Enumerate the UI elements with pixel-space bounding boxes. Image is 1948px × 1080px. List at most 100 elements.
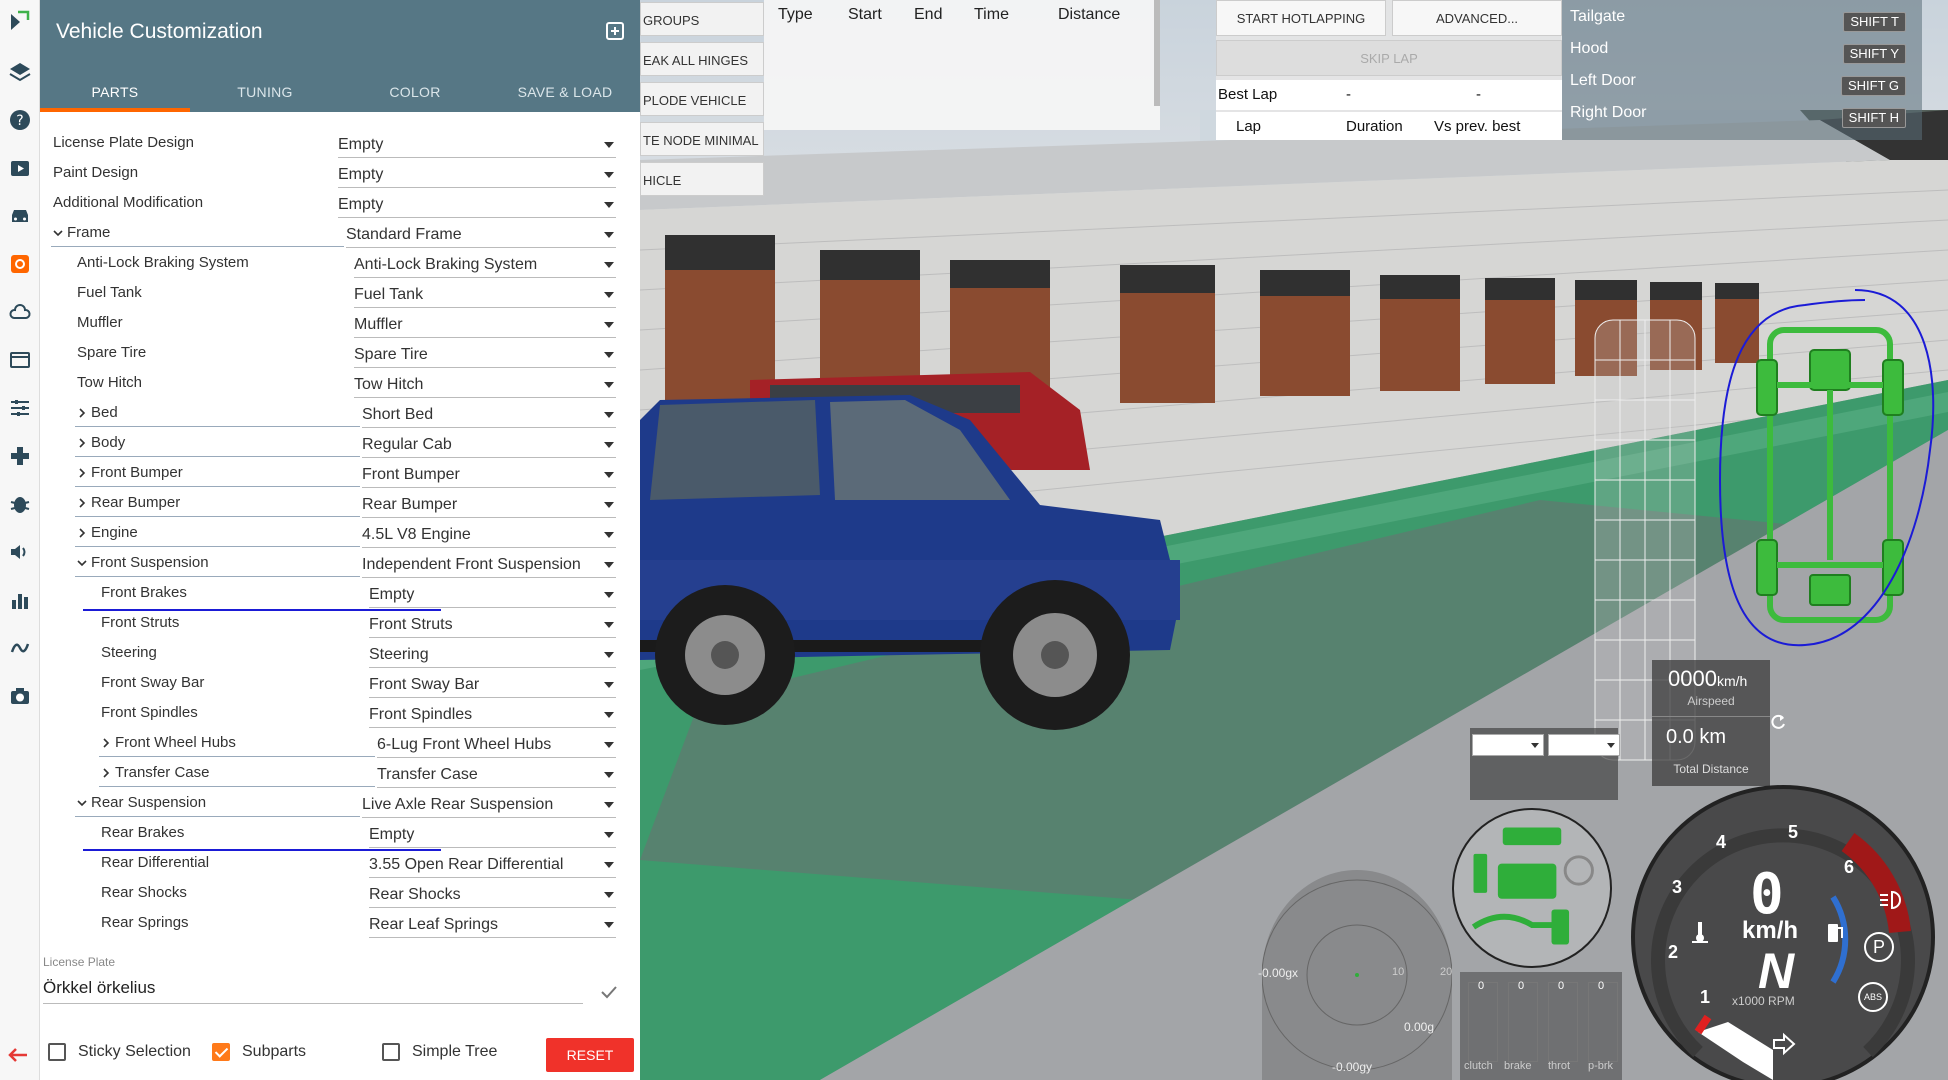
vehicle-config-icon[interactable] <box>6 250 34 278</box>
chevron-right-icon[interactable] <box>77 525 87 538</box>
controls-icon[interactable] <box>6 442 34 470</box>
audio-icon[interactable] <box>6 538 34 566</box>
tab-tuning[interactable]: TUNING <box>190 72 340 112</box>
subparts-checkbox[interactable] <box>212 1043 230 1061</box>
part-row[interactable]: Rear Shocks Rear Shocks <box>40 876 640 908</box>
dropdown-arrow-icon[interactable] <box>604 202 614 208</box>
part-row[interactable]: Frame Standard Frame <box>40 216 640 248</box>
skip-lap-button[interactable]: SKIP LAP <box>1216 40 1562 76</box>
license-plate-input[interactable]: Örkkel örkelius <box>43 978 155 998</box>
dropdown-arrow-icon[interactable] <box>604 352 614 358</box>
dropdown-arrow-icon[interactable] <box>604 142 614 148</box>
part-select-value[interactable]: Front Bumper <box>362 466 460 484</box>
dropdown-arrow-icon[interactable] <box>604 562 614 568</box>
part-row[interactable]: Bed Short Bed <box>40 396 640 428</box>
part-select-value[interactable]: Rear Bumper <box>362 496 457 514</box>
part-row[interactable]: Front Struts Front Struts <box>40 606 640 638</box>
dropdown-arrow-icon[interactable] <box>604 652 614 658</box>
part-row[interactable]: Front Bumper Front Bumper <box>40 456 640 488</box>
dropdown-arrow-icon[interactable] <box>604 532 614 538</box>
dropdown-arrow-icon[interactable] <box>604 502 614 508</box>
key-row-tailgate[interactable]: Tailgate SHIFT T <box>1570 8 1920 38</box>
part-select-value[interactable]: Empty <box>338 166 383 184</box>
tab-parts[interactable]: PARTS <box>40 72 190 112</box>
layers-icon[interactable] <box>6 58 34 86</box>
part-row[interactable]: Transfer Case Transfer Case <box>40 756 640 788</box>
part-select-value[interactable]: Empty <box>338 136 383 154</box>
sticky-selection-option[interactable]: Sticky Selection <box>48 1043 191 1061</box>
part-row[interactable]: Additional Modification Empty <box>40 186 640 218</box>
part-row[interactable]: Tow Hitch Tow Hitch <box>40 366 640 398</box>
tab-save-load[interactable]: SAVE & LOAD <box>490 72 640 112</box>
back-arrow-icon[interactable] <box>6 1043 30 1067</box>
part-row[interactable]: Paint Design Empty <box>40 156 640 188</box>
dropdown-arrow-icon[interactable] <box>604 292 614 298</box>
part-select-value[interactable]: Empty <box>369 826 414 844</box>
part-row[interactable]: Muffler Muffler <box>40 306 640 338</box>
part-select-value[interactable]: Steering <box>369 646 429 664</box>
part-select-value[interactable]: Front Spindles <box>369 706 472 724</box>
dropdown-arrow-icon[interactable] <box>604 472 614 478</box>
mini-select-2[interactable] <box>1548 734 1620 756</box>
part-select-value[interactable]: 4.5L V8 Engine <box>362 526 471 544</box>
camera-icon[interactable] <box>6 682 34 710</box>
beamng-logo-icon[interactable] <box>6 8 34 36</box>
part-select-value[interactable]: Empty <box>338 196 383 214</box>
part-select-value[interactable]: Standard Frame <box>346 226 462 244</box>
dropdown-arrow-icon[interactable] <box>604 232 614 238</box>
part-row[interactable]: Front Sway Bar Front Sway Bar <box>40 666 640 698</box>
options-icon[interactable] <box>6 394 34 422</box>
dropdown-arrow-icon[interactable] <box>604 862 614 868</box>
environment-icon[interactable] <box>6 298 34 326</box>
part-row[interactable]: Rear Brakes Empty <box>40 816 640 851</box>
part-row[interactable]: Rear Differential 3.55 Open Rear Differen… <box>40 846 640 878</box>
chevron-right-icon[interactable] <box>77 495 87 508</box>
dropdown-arrow-icon[interactable] <box>604 922 614 928</box>
part-select-value[interactable]: Short Bed <box>362 406 433 424</box>
part-row[interactable]: Steering Steering <box>40 636 640 668</box>
part-row[interactable]: Spare Tire Spare Tire <box>40 336 640 368</box>
part-select-value[interactable]: Spare Tire <box>354 346 428 364</box>
part-select-value[interactable]: Rear Shocks <box>369 886 461 904</box>
ui-apps-icon[interactable] <box>6 346 34 374</box>
checkmark-icon[interactable] <box>600 983 618 1001</box>
stats-icon[interactable] <box>6 586 34 614</box>
dropdown-arrow-icon[interactable] <box>604 442 614 448</box>
debug-icon[interactable] <box>6 490 34 518</box>
key-row-hood[interactable]: Hood SHIFT Y <box>1570 40 1920 70</box>
chevron-right-icon[interactable] <box>77 435 87 448</box>
part-row[interactable]: Rear Bumper Rear Bumper <box>40 486 640 518</box>
part-row[interactable]: Rear Suspension Live Axle Rear Suspension <box>40 786 640 818</box>
reset-distance-icon[interactable] <box>1768 712 1788 732</box>
tab-color[interactable]: COLOR <box>340 72 490 112</box>
key-row-right-door[interactable]: Right Door SHIFT H <box>1570 104 1920 134</box>
dropdown-arrow-icon[interactable] <box>604 682 614 688</box>
menu-break-hinges-button[interactable]: EAK ALL HINGES <box>640 42 764 76</box>
part-row[interactable]: License Plate Design Empty <box>40 126 640 158</box>
part-row[interactable]: Front Brakes Empty <box>40 576 640 611</box>
chevron-down-icon[interactable] <box>53 225 63 237</box>
chevron-right-icon[interactable] <box>101 765 111 778</box>
menu-groups-button[interactable]: GROUPS <box>640 2 764 36</box>
part-row[interactable]: Engine 4.5L V8 Engine <box>40 516 640 548</box>
dropdown-arrow-icon[interactable] <box>604 262 614 268</box>
chevron-right-icon[interactable] <box>101 735 111 748</box>
dropdown-arrow-icon[interactable] <box>604 742 614 748</box>
chevron-down-icon[interactable] <box>77 555 87 567</box>
subparts-option[interactable]: Subparts <box>212 1043 306 1061</box>
part-row[interactable]: Front Spindles Front Spindles <box>40 696 640 728</box>
part-select-value[interactable]: Transfer Case <box>377 766 478 784</box>
part-select-value[interactable]: Empty <box>369 586 414 604</box>
part-row[interactable]: Fuel Tank Fuel Tank <box>40 276 640 308</box>
vehicle-icon[interactable] <box>6 202 34 230</box>
dropdown-arrow-icon[interactable] <box>604 802 614 808</box>
dropdown-arrow-icon[interactable] <box>604 892 614 898</box>
part-select-value[interactable]: Fuel Tank <box>354 286 423 304</box>
reset-button[interactable]: RESET <box>546 1038 634 1072</box>
part-select-value[interactable]: 3.55 Open Rear Differential <box>369 856 563 874</box>
part-select-value[interactable]: Rear Leaf Springs <box>369 916 498 934</box>
dropdown-arrow-icon[interactable] <box>604 772 614 778</box>
menu-vehicle-button[interactable]: HICLE <box>640 162 764 196</box>
menu-explode-vehicle-button[interactable]: PLODE VEHICLE <box>640 82 764 116</box>
part-row[interactable]: Rear Springs Rear Leaf Springs <box>40 906 640 938</box>
